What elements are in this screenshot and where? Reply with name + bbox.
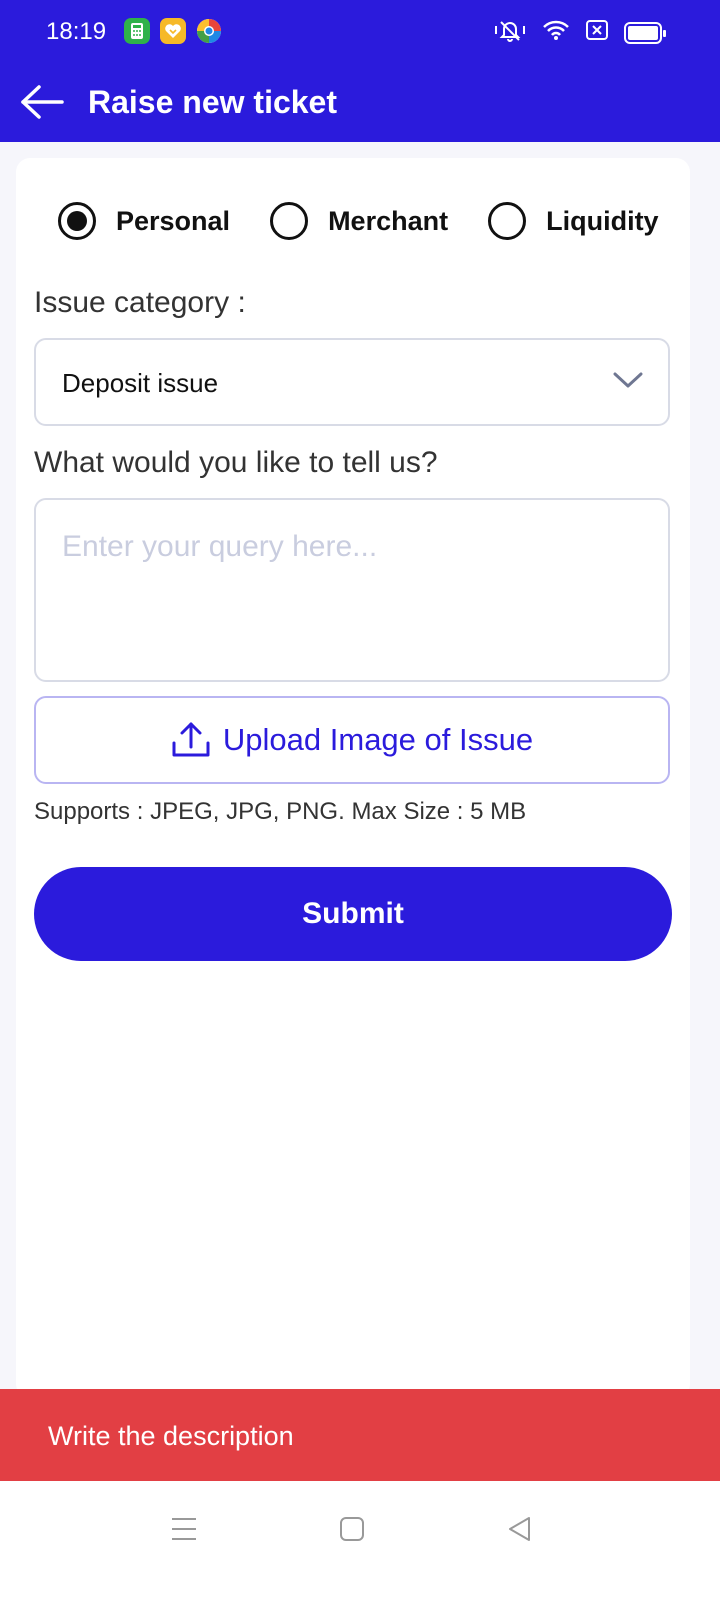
back-triangle-icon[interactable]	[500, 1509, 540, 1549]
query-input[interactable]	[34, 498, 670, 682]
status-app-icons	[124, 18, 222, 44]
system-nav-bar	[0, 1481, 720, 1600]
battery-icon	[624, 21, 666, 44]
radio-unselected-icon	[488, 202, 527, 240]
heart-app-icon	[160, 18, 186, 44]
status-time: 18:19	[46, 18, 107, 45]
menu-icon[interactable]	[164, 1509, 204, 1549]
account-type-radio-group: Personal Merchant Liquidity	[58, 202, 659, 240]
query-label: What would you like to tell us?	[34, 446, 438, 479]
radio-label: Personal	[116, 205, 231, 236]
upload-label: Upload Image of Issue	[222, 722, 534, 757]
edge-browser-icon	[196, 18, 222, 44]
issue-category-value: Deposit issue	[62, 368, 219, 398]
radio-unselected-icon	[270, 202, 309, 240]
calculator-app-icon	[124, 18, 150, 44]
upload-icon	[172, 722, 210, 757]
status-right-icons	[494, 18, 666, 47]
page-title: Raise new ticket	[88, 84, 337, 120]
issue-category-dropdown[interactable]: Deposit issue	[34, 338, 670, 426]
ticket-form-card: Personal Merchant Liquidity Issue catego…	[16, 158, 690, 1398]
mute-icon	[494, 18, 526, 47]
app-header: 18:19 Raise new ticket	[0, 0, 720, 142]
back-button[interactable]	[20, 82, 66, 122]
sim-icon	[586, 20, 608, 45]
radio-label: Merchant	[328, 205, 449, 236]
home-square-icon[interactable]	[332, 1509, 372, 1549]
submit-button[interactable]: Submit	[34, 867, 672, 961]
chevron-down-icon	[612, 370, 644, 395]
radio-merchant[interactable]: Merchant	[270, 202, 448, 240]
radio-liquidity[interactable]: Liquidity	[488, 202, 659, 240]
issue-category-label: Issue category :	[34, 286, 246, 319]
upload-image-button[interactable]: Upload Image of Issue	[34, 696, 670, 784]
toast-message: Write the description	[48, 1421, 294, 1451]
radio-selected-icon	[58, 202, 96, 240]
supported-formats-text: Supports : JPEG, JPG, PNG. Max Size : 5 …	[34, 798, 527, 825]
radio-personal[interactable]: Personal	[58, 202, 230, 240]
wifi-icon	[542, 19, 570, 46]
radio-label: Liquidity	[546, 205, 659, 236]
error-toast: Write the description	[0, 1389, 720, 1481]
arrow-left-icon	[21, 85, 64, 119]
